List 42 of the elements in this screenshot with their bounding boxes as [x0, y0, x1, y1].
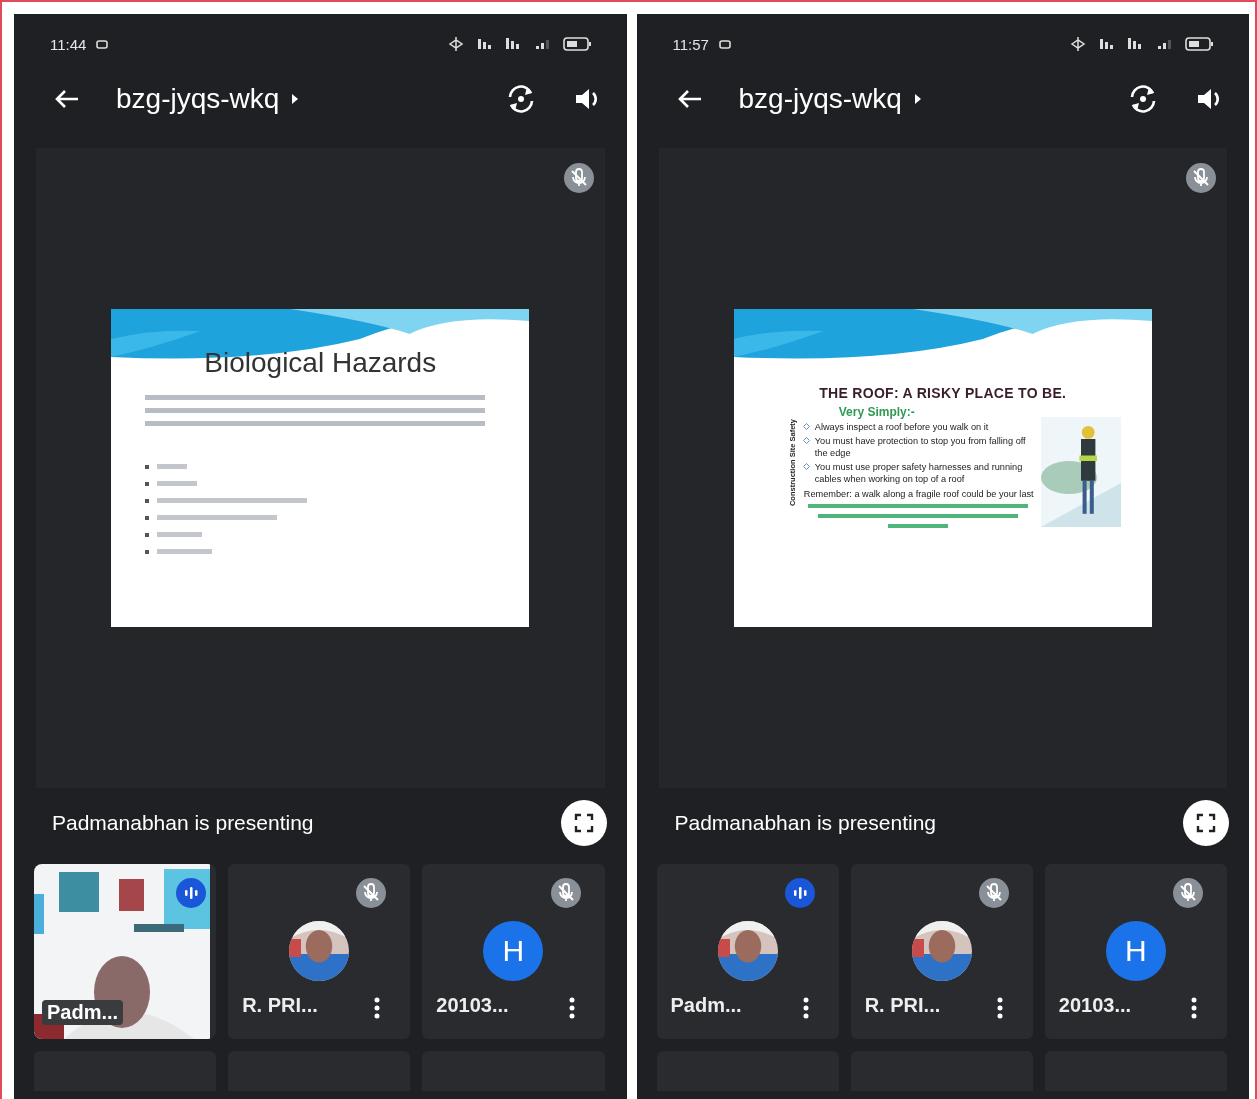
slide-title: Biological Hazards [203, 347, 438, 379]
presenting-label: Padmanabhan is presenting [52, 811, 314, 835]
slide-title: THE ROOF: A RISKY PLACE TO BE. [818, 385, 1068, 401]
notification-icon [718, 39, 731, 49]
participant-name: 20103... [436, 994, 509, 1017]
more-options-icon[interactable] [374, 997, 381, 1019]
play-icon [913, 93, 922, 105]
diamond-icon [802, 463, 810, 470]
avatar-initial: H [483, 921, 544, 981]
participant-tile[interactable]: H 20103... [1044, 864, 1227, 1039]
slide-note: Remember: a walk along a fragile roof could be your last [802, 488, 1035, 500]
status-time: 11:57 [672, 35, 709, 53]
participant-name: Padm... [42, 1000, 124, 1025]
bullet-text: You must have protection to stop you from falling off the edge [814, 435, 1027, 459]
play-icon [291, 93, 300, 105]
more-options-icon[interactable] [568, 997, 575, 1019]
avatar-initial: H [1105, 921, 1166, 981]
presenting-label: Padmanabhan is presenting [674, 811, 936, 835]
bullet-text: Always inspect a roof before you walk on it [814, 421, 989, 433]
slide-subtitle: Very Simply:- [838, 405, 916, 419]
participant-name: R. PRI... [242, 994, 318, 1017]
participant-tile[interactable]: R. PRI... [228, 864, 411, 1039]
meeting-code-button[interactable]: bzg-jyqs-wkq [116, 83, 300, 115]
participant-tile[interactable]: Padm... [34, 864, 217, 1039]
more-options-icon[interactable] [802, 997, 809, 1019]
participant-name: R. PRI... [864, 994, 941, 1017]
bullet-text: You must use proper safety harnesses and running cables when working on top of a roof [814, 461, 1024, 485]
fullscreen-icon[interactable] [1183, 800, 1229, 846]
fullscreen-icon[interactable] [560, 800, 607, 846]
participant-tile[interactable]: H 20103... [422, 864, 605, 1039]
back-arrow-icon[interactable] [54, 88, 80, 110]
microphone-off-icon [1183, 160, 1219, 196]
participant-name: 20103... [1058, 994, 1132, 1017]
back-arrow-icon[interactable] [676, 88, 703, 110]
more-options-icon[interactable] [1191, 997, 1197, 1019]
meeting-code-button[interactable]: bzg-jyqs-wkq [738, 83, 922, 115]
participant-name: Padm... [670, 994, 742, 1017]
more-options-icon[interactable] [996, 997, 1003, 1019]
notification-icon [96, 39, 109, 49]
participant-tile[interactable]: Padm... [656, 864, 839, 1039]
participant-tile[interactable]: R. PRI... [850, 864, 1033, 1039]
status-time: 11:44 [50, 35, 87, 53]
